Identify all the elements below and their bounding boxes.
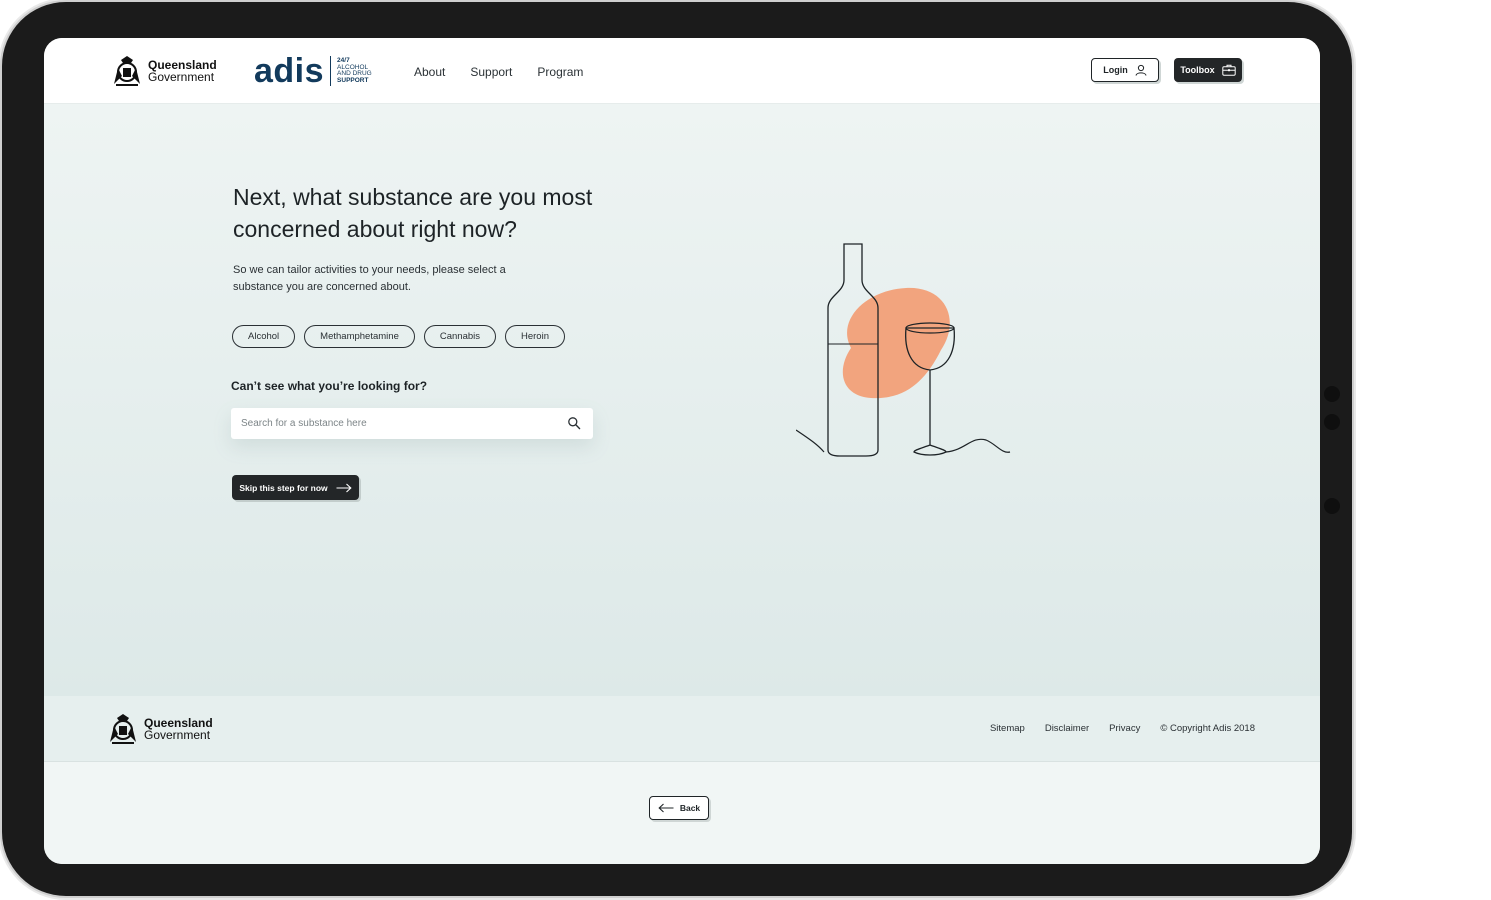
substance-chip-methamphetamine[interactable]: Methamphetamine [304, 325, 415, 348]
substance-search-box [231, 408, 593, 439]
substance-chip-alcohol[interactable]: Alcohol [232, 325, 296, 348]
toolbox-icon [1221, 64, 1236, 76]
wine-glass-stem [913, 370, 947, 456]
sensor-dot [1324, 386, 1340, 402]
footer-link-disclaimer[interactable]: Disclaimer [1045, 723, 1089, 734]
substance-selection-section: Next, what substance are you most concer… [44, 104, 1320, 696]
skip-step-button[interactable]: Skip this step for now [232, 475, 359, 500]
skip-label: Skip this step for now [239, 482, 328, 493]
accent-blob [842, 287, 950, 399]
nav-program[interactable]: Program [537, 65, 583, 79]
gov-logo-text: Queensland Government [148, 59, 217, 83]
nav-support[interactable]: Support [470, 65, 512, 79]
crest-icon [114, 56, 140, 86]
back-button[interactable]: Back [649, 796, 709, 820]
tablet-frame: Queensland Government adis 24/7 ALCOHOL … [2, 2, 1352, 896]
arrow-right-icon [336, 483, 352, 492]
login-label: Login [1103, 65, 1128, 75]
toolbox-button[interactable]: Toolbox [1174, 58, 1242, 82]
user-icon [1135, 64, 1147, 76]
search-prompt: Can’t see what you’re looking for? [231, 379, 428, 393]
adis-logo[interactable]: adis 24/7 ALCOHOL AND DRUG SUPPORT [254, 54, 372, 88]
substance-chip-cannabis[interactable]: Cannabis [423, 325, 496, 348]
gov-logo-line2: Government [144, 728, 211, 742]
substance-search-input[interactable] [241, 408, 556, 439]
back-label: Back [679, 803, 701, 813]
substance-options: Alcohol Methamphetamine Cannabis Heroin [232, 325, 565, 348]
adis-tagline: 24/7 ALCOHOL AND DRUG SUPPORT [337, 57, 372, 84]
footer-queensland-government-logo[interactable]: Queensland Government [106, 712, 213, 746]
main-nav: About Support Program [414, 65, 583, 79]
page-subtitle: So we can tailor activities to your need… [233, 264, 506, 293]
logo-divider [330, 56, 332, 86]
copyright-text: © Copyright Adis 2018 [1160, 723, 1255, 734]
crest-icon [110, 714, 136, 744]
arrow-left-icon [658, 803, 674, 813]
queensland-government-logo[interactable]: Queensland Government [110, 54, 217, 88]
bottle-and-glass-illustration [796, 243, 1011, 457]
footer-gov-logo-text: Queensland Government [144, 717, 213, 741]
search-icon[interactable] [567, 416, 581, 430]
sensor-dot [1324, 498, 1340, 514]
site-footer: Queensland Government Sitemap Disclaimer… [44, 696, 1320, 762]
app-screen: Queensland Government adis 24/7 ALCOHOL … [44, 38, 1320, 864]
login-button[interactable]: Login [1091, 58, 1159, 82]
back-area: Back [44, 762, 1320, 864]
footer-link-sitemap[interactable]: Sitemap [990, 723, 1025, 734]
substance-chip-heroin[interactable]: Heroin [505, 325, 565, 348]
page-title: Next, what substance are you most concer… [233, 184, 593, 242]
sensor-dot [1324, 414, 1340, 430]
toolbox-label: Toolbox [1180, 65, 1215, 75]
footer-links: Sitemap Disclaimer Privacy © Copyright A… [990, 723, 1255, 734]
gov-logo-line2: Government [148, 70, 215, 84]
site-header: Queensland Government adis 24/7 ALCOHOL … [44, 38, 1320, 104]
adis-wordmark: adis [254, 52, 325, 90]
nav-about[interactable]: About [414, 65, 445, 79]
tagline-line: SUPPORT [337, 76, 369, 84]
footer-link-privacy[interactable]: Privacy [1109, 723, 1140, 734]
